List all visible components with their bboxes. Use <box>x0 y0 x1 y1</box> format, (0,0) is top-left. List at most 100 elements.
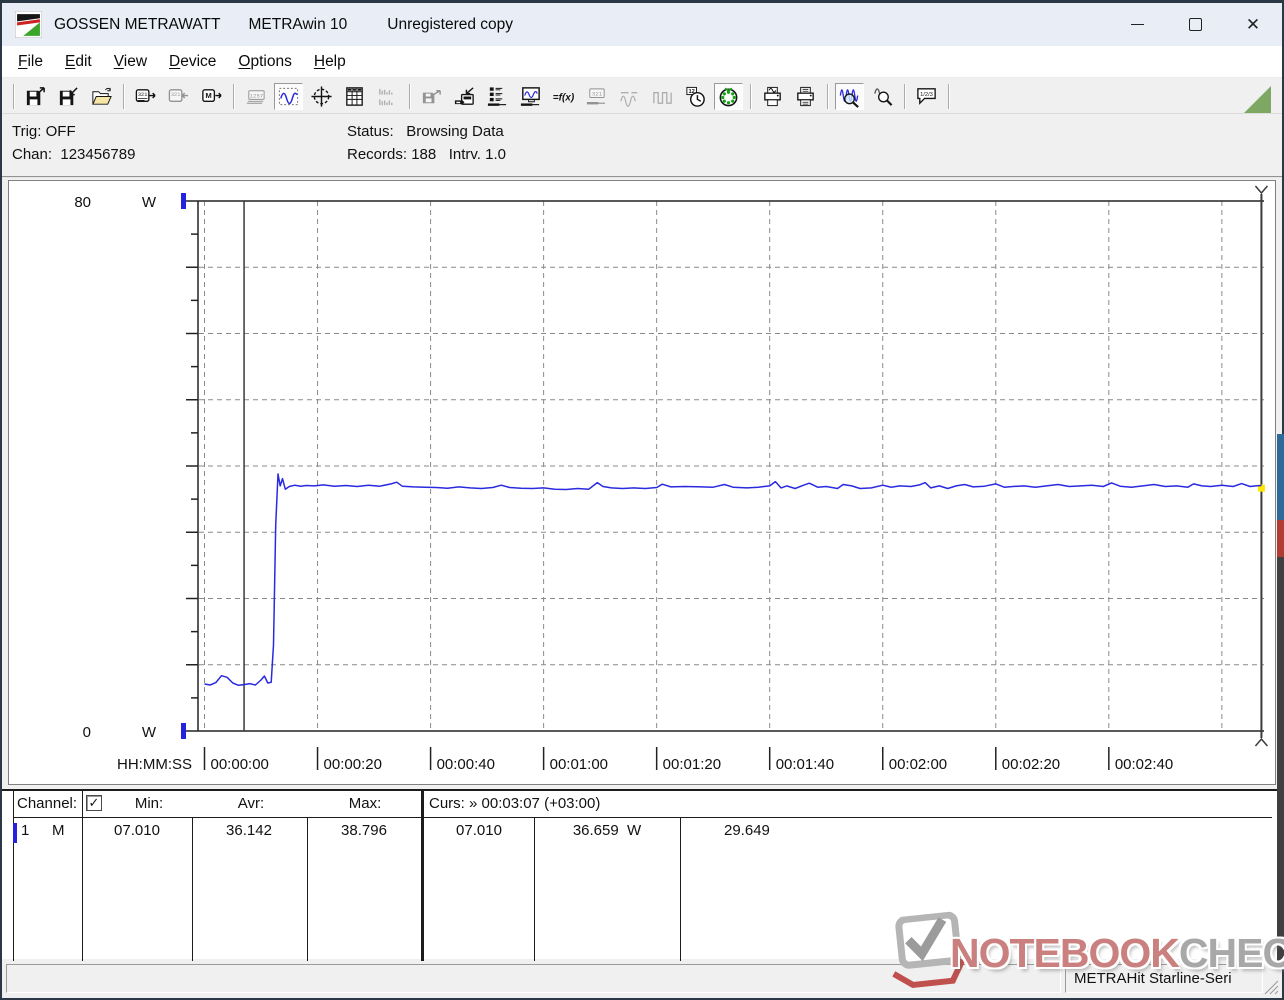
zoom-mode-button[interactable] <box>835 82 864 110</box>
svg-text:00:00:20: 00:00:20 <box>324 756 382 773</box>
statusbar-panel <box>6 964 1061 993</box>
toolbar-separator <box>123 83 124 109</box>
close-button[interactable]: ✕ <box>1224 3 1282 46</box>
menu-options[interactable]: Options <box>227 49 302 75</box>
maximize-button[interactable] <box>1166 3 1224 46</box>
table-header-divider <box>13 817 1272 818</box>
view-data-table-button[interactable] <box>340 83 369 110</box>
svg-text:1/2/3: 1/2/3 <box>920 92 933 98</box>
save-data-button[interactable] <box>54 83 83 110</box>
app-logo-icon <box>15 11 42 38</box>
toolbar-separator <box>233 83 234 109</box>
open-file-icon <box>92 87 112 105</box>
zoom-out-button[interactable] <box>868 83 897 110</box>
view-line-chart-icon <box>278 87 299 105</box>
menu-help[interactable]: Help <box>303 49 357 75</box>
table-border <box>13 791 14 961</box>
channel-config-button[interactable] <box>483 83 512 110</box>
print-icon <box>797 86 814 106</box>
wave-markers-icon <box>620 91 638 107</box>
memory-read-icon: M <box>202 88 222 102</box>
channel-config-icon <box>487 86 507 106</box>
menu-bar: File Edit View Device Options Help <box>2 46 1282 78</box>
zoom-wave-icon <box>839 88 859 108</box>
display-config-button[interactable]: 321 <box>582 83 611 110</box>
pulse-wave-icon <box>653 91 672 104</box>
menu-file[interactable]: File <box>7 49 54 75</box>
menu-device[interactable]: Device <box>158 49 227 75</box>
toolbar: 321 321 M 1257 =f(x) 321 12 1/2/3 <box>2 79 1282 114</box>
minimize-button[interactable] <box>1108 3 1166 46</box>
save-chart-icon <box>26 86 45 105</box>
svg-text:00:01:40: 00:01:40 <box>776 756 834 773</box>
formula-icon: =f(x) <box>553 92 575 103</box>
table-border <box>680 817 681 961</box>
send-to-device-button[interactable]: 321 <box>164 83 193 110</box>
channel-stats-table: Channel: ✓ Min: Avr: Max: Curs: » 00:03:… <box>2 789 1282 961</box>
svg-text:321: 321 <box>171 92 180 98</box>
maximize-icon <box>1188 18 1202 31</box>
monitor-icon <box>520 86 540 106</box>
view-numeric-display-button[interactable]: 1257 <box>241 83 270 110</box>
chart-plot[interactable]: 80 W 0 W HH:MM:SS 00:00:00 00:00:20 00:00:40 00:… <box>9 181 1275 784</box>
pulse-config-button[interactable] <box>648 83 677 110</box>
view-histogram-button[interactable] <box>373 83 402 110</box>
svg-text:M: M <box>205 90 211 99</box>
export-transfer-button[interactable] <box>417 83 446 110</box>
device-store-icon <box>454 86 474 105</box>
svg-text:00:02:20: 00:02:20 <box>1002 756 1060 773</box>
screen-edge-artifact-blue <box>1277 434 1284 520</box>
wave-markers-button[interactable] <box>615 83 644 110</box>
svg-text:321: 321 <box>592 90 603 97</box>
store-to-device-button[interactable] <box>450 83 479 110</box>
view-histogram-icon <box>379 88 393 105</box>
resize-grip[interactable] <box>1263 979 1279 995</box>
channel-list: Chan: 123456789 <box>12 146 136 163</box>
zoom-out-wave-icon <box>874 87 893 106</box>
value-tooltip-button[interactable]: 1/2/3 <box>912 83 941 110</box>
max-header: Max: <box>348 795 382 812</box>
read-from-device-button[interactable]: 321 <box>131 83 160 110</box>
display-config-icon: 321 <box>586 87 606 104</box>
cursor-difference-value: 29.649 <box>724 822 770 839</box>
svg-text:=f(x): =f(x) <box>553 92 575 103</box>
screen-edge-artifact-red <box>1277 520 1284 557</box>
toolbar-separator <box>827 83 828 109</box>
time-settings-button[interactable]: 12 <box>681 83 710 110</box>
toolbar-separator <box>750 83 751 109</box>
device-send-icon: 321 <box>168 88 189 102</box>
open-file-button[interactable] <box>87 83 116 110</box>
device-read-icon: 321 <box>135 88 156 102</box>
table-border <box>192 817 193 961</box>
device-monitor-button[interactable] <box>516 83 545 110</box>
view-line-chart-button[interactable] <box>274 82 303 110</box>
screen-edge-artifact-dark <box>1277 557 1284 963</box>
cursor-header: Curs: » 00:03:07 (+03:00) <box>429 795 601 812</box>
record-timer-button[interactable] <box>714 82 743 110</box>
channel-checkbox[interactable]: ✓ <box>86 795 102 811</box>
table-border <box>307 817 308 961</box>
window-controls: ✕ <box>1108 3 1282 46</box>
menu-view[interactable]: View <box>103 49 158 75</box>
avr-header: Avr: <box>237 795 265 812</box>
avr-value: 36.142 <box>226 822 272 839</box>
records-text: Records: 188 Intrv. 1.0 <box>347 146 506 163</box>
view-numeric-icon: 1257 <box>246 89 265 104</box>
svg-text:00:00:00: 00:00:00 <box>211 756 269 773</box>
acquisition-info-panel: Trig: OFF Chan: 123456789 Status: Browsi… <box>2 114 1282 178</box>
toolbar-separator <box>904 83 905 109</box>
view-xy-plot-button[interactable] <box>307 83 336 110</box>
svg-text:0: 0 <box>83 724 91 741</box>
channel-number: 1 <box>21 822 30 839</box>
print-button[interactable] <box>791 83 820 110</box>
print-chart-button[interactable] <box>758 83 787 110</box>
window-title-app: METRAwin 10 <box>248 15 348 33</box>
read-memory-button[interactable]: M <box>197 83 226 110</box>
formula-button[interactable]: =f(x) <box>549 83 578 110</box>
save-chart-button[interactable] <box>21 83 50 110</box>
menu-edit[interactable]: Edit <box>54 49 103 75</box>
svg-text:W: W <box>142 724 157 741</box>
svg-text:00:02:00: 00:02:00 <box>889 756 947 773</box>
minimize-icon <box>1130 23 1144 26</box>
chart-panel: 80 W 0 W HH:MM:SS 00:00:00 00:00:20 00:00:40 00:… <box>8 180 1276 785</box>
